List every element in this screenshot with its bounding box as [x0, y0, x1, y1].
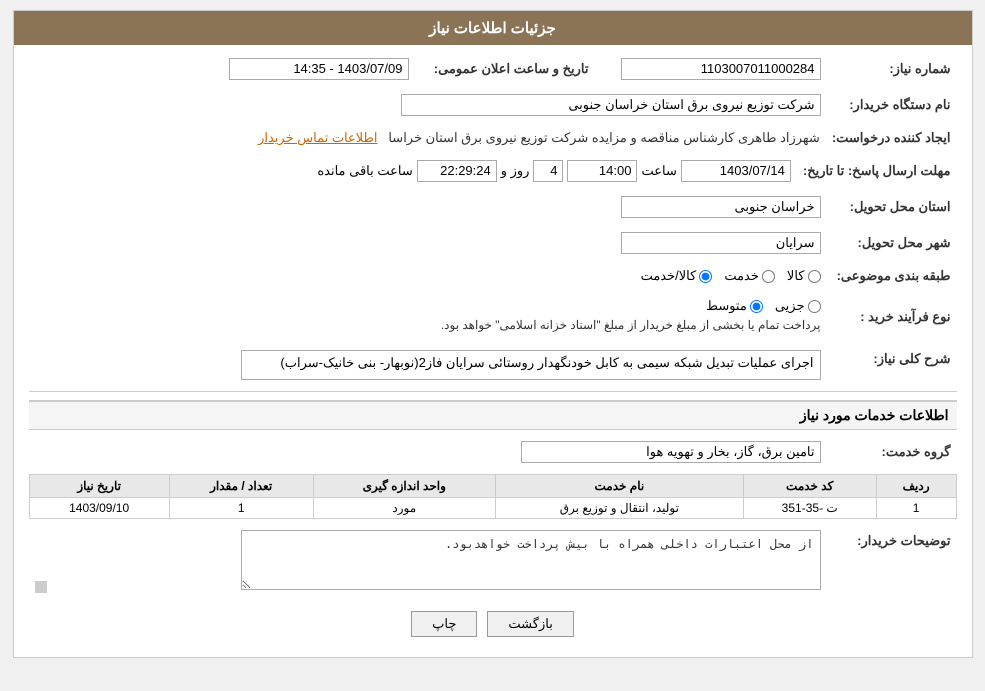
creator-table: ایجاد کننده درخواست: شهرزاد طاهری کارشنا…	[29, 127, 957, 149]
category-label-kala: کالا	[787, 268, 805, 284]
remaining-suffix: ساعت باقی مانده	[317, 163, 412, 179]
purchase-option-jozyi[interactable]: جزیی	[775, 298, 821, 314]
category-radio-khedmat[interactable]	[762, 270, 775, 283]
purchase-label-motavasset: متوسط	[706, 298, 747, 314]
services-section-title: اطلاعات خدمات مورد نیاز	[29, 400, 957, 430]
category-option-kala[interactable]: کالا	[787, 268, 821, 284]
category-label-both: کالا/خدمت	[641, 268, 697, 284]
service-group-table: گروه خدمت: تامین برق، گاز، بخار و تهویه …	[29, 438, 957, 466]
province-box: خراسان جنوبی	[621, 196, 821, 218]
announce-date-box: 1403/07/09 - 14:35	[229, 58, 409, 80]
deadline-table: مهلت ارسال پاسخ: تا تاریخ: 1403/07/14 سا…	[29, 157, 957, 185]
table-cell: مورد	[313, 498, 495, 519]
deadline-label: مهلت ارسال پاسخ: تا تاریخ:	[797, 157, 957, 185]
page-header: جزئیات اطلاعات نیاز	[14, 11, 972, 45]
time-label-static: ساعت	[641, 163, 676, 179]
city-label: شهر محل تحویل:	[827, 229, 957, 257]
category-option-khedmat[interactable]: خدمت	[724, 268, 775, 284]
services-table: ردیف کد خدمت نام خدمت واحد اندازه گیری ت…	[29, 474, 957, 519]
table-cell: ت -35-351	[743, 498, 876, 519]
category-label: طبقه بندی موضوعی:	[827, 265, 957, 287]
purchase-radio-motavasset[interactable]	[750, 300, 763, 313]
purchase-type-radio-group: جزیی متوسط	[35, 298, 821, 314]
resize-handle	[35, 581, 47, 593]
col-header-service-code: کد خدمت	[743, 475, 876, 498]
announce-date-value: 1403/07/09 - 14:35	[29, 55, 415, 83]
city-table: شهر محل تحویل: سرایان	[29, 229, 957, 257]
announce-date-label: تاریخ و ساعت اعلان عمومی:	[415, 55, 595, 83]
category-table: طبقه بندی موضوعی: کالا خدمت	[29, 265, 957, 287]
category-option-both[interactable]: کالا/خدمت	[641, 268, 713, 284]
page-title: جزئیات اطلاعات نیاز	[429, 20, 556, 37]
creator-label: ایجاد کننده درخواست:	[826, 127, 957, 149]
city-box: سرایان	[621, 232, 821, 254]
deadline-remaining-box: 22:29:24	[417, 160, 497, 182]
buttons-row: بازگشت چاپ	[29, 611, 957, 637]
buyer-org-box: شرکت توزیع نیروی برق استان خراسان جنوبی	[401, 94, 821, 116]
purchase-option-motavasset[interactable]: متوسط	[706, 298, 763, 314]
back-button[interactable]: بازگشت	[487, 611, 573, 637]
col-header-date: تاریخ نیاز	[29, 475, 169, 498]
province-table: استان محل تحویل: خراسان جنوبی	[29, 193, 957, 221]
province-label: استان محل تحویل:	[827, 193, 957, 221]
table-cell: تولید، انتقال و توزیع برق	[495, 498, 743, 519]
need-number-box: 1103007011000284	[621, 58, 821, 80]
need-number-label: شماره نیاز:	[827, 55, 957, 83]
need-number-value: 1103007011000284	[615, 55, 827, 83]
buyer-notes-wrapper	[35, 530, 821, 593]
purchase-radio-jozyi[interactable]	[808, 300, 821, 313]
days-label-static: روز و	[501, 163, 530, 179]
divider-1	[29, 391, 957, 392]
service-group-label: گروه خدمت:	[827, 438, 957, 466]
deadline-date-box: 1403/07/14	[681, 160, 791, 182]
need-description-label: شرح کلی نیاز:	[827, 347, 957, 383]
col-header-row: ردیف	[876, 475, 956, 498]
creator-name: شهرزاد طاهری کارشناس مناقصه و مزایده شرک…	[388, 130, 819, 145]
table-cell: 1	[876, 498, 956, 519]
need-description-box: اجرای عملیات تبدیل شبکه سیمی به کابل خود…	[241, 350, 821, 380]
col-header-quantity: تعداد / مقدار	[169, 475, 313, 498]
category-radio-kala[interactable]	[808, 270, 821, 283]
col-header-unit: واحد اندازه گیری	[313, 475, 495, 498]
buyer-notes-textarea[interactable]	[241, 530, 821, 590]
buyer-org-label: نام دستگاه خریدار:	[827, 91, 957, 119]
table-row: 1ت -35-351تولید، انتقال و توزیع برقمورد1…	[29, 498, 956, 519]
creator-contact-link[interactable]: اطلاعات تماس خریدار	[258, 130, 377, 145]
page-container: جزئیات اطلاعات نیاز شماره نیاز: 11030070…	[13, 10, 973, 658]
need-description-table: شرح کلی نیاز: اجرای عملیات تبدیل شبکه سی…	[29, 347, 957, 383]
purchase-label-jozyi: جزیی	[775, 298, 805, 314]
deadline-row: 1403/07/14 ساعت 14:00 4 روز و 22:29:24 س…	[35, 160, 791, 182]
buyer-notes-table: توضیحات خریدار:	[29, 527, 957, 596]
table-cell: 1403/09/10	[29, 498, 169, 519]
service-group-box: تامین برق، گاز، بخار و تهویه هوا	[521, 441, 821, 463]
deadline-time-box: 14:00	[567, 160, 637, 182]
print-button[interactable]: چاپ	[411, 611, 477, 637]
category-label-khedmat: خدمت	[724, 268, 759, 284]
category-radio-group: کالا خدمت کالا/خدمت	[35, 268, 821, 284]
category-radio-both[interactable]	[699, 270, 712, 283]
deadline-days-box: 4	[533, 160, 563, 182]
table-cell: 1	[169, 498, 313, 519]
col-header-service-name: نام خدمت	[495, 475, 743, 498]
purchase-type-label: نوع فرآیند خرید :	[827, 295, 957, 339]
content-area: شماره نیاز: 1103007011000284 تاریخ و ساع…	[14, 45, 972, 657]
buyer-notes-label: توضیحات خریدار:	[827, 527, 957, 596]
buyer-org-table: نام دستگاه خریدار: شرکت توزیع نیروی برق …	[29, 91, 957, 119]
purchase-note: پرداخت تمام یا بخشی از مبلغ خریدار از مب…	[35, 314, 821, 336]
header-info-table: شماره نیاز: 1103007011000284 تاریخ و ساع…	[29, 55, 957, 83]
purchase-type-table: نوع فرآیند خرید : جزیی متوسط پرداخت تمام…	[29, 295, 957, 339]
